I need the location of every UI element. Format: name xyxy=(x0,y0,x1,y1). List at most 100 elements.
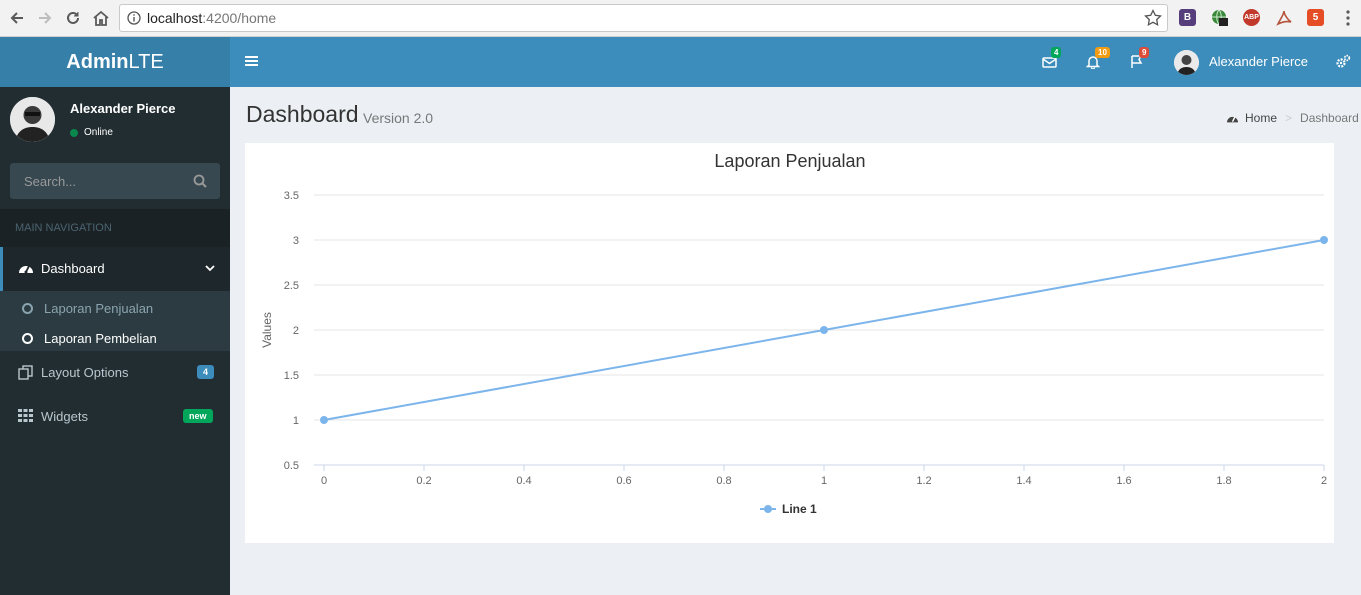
messages-badge: 4 xyxy=(1051,47,1062,58)
dashboard-icon xyxy=(1227,116,1238,122)
x-tick-label: 0.2 xyxy=(416,475,431,487)
dashboard-icon xyxy=(19,265,33,274)
x-tick-label: 1 xyxy=(821,475,827,487)
logo-light-text: LTE xyxy=(128,50,164,73)
x-tick-label: 2 xyxy=(1321,475,1327,487)
sidebar-item-label: Dashboard xyxy=(41,261,105,276)
online-dot-icon xyxy=(70,128,78,137)
line-chart: Laporan Penjualan 0.5 1 1.5 2 2.5 3 3.5 0 0.2 0.4 0… xyxy=(260,151,1328,516)
sidebar-user-name: Alexander Pierce xyxy=(70,101,176,116)
x-tick-label: 0.4 xyxy=(516,475,531,487)
url-path: :4200/home xyxy=(202,10,277,26)
y-tick-label: 3 xyxy=(293,235,299,247)
bookmark-star-icon[interactable] xyxy=(1144,9,1162,27)
notifications-badge: 10 xyxy=(1095,47,1110,58)
tasks-badge: 9 xyxy=(1139,47,1150,58)
page-title: Dashboard xyxy=(246,101,359,127)
main-navigation-header: MAIN NAVIGATION xyxy=(0,209,230,247)
reload-icon xyxy=(67,11,79,24)
layout-options-badge: 4 xyxy=(197,365,215,379)
submenu-item-laporan-pembelian[interactable]: Laporan Pembelian xyxy=(0,324,230,354)
y-tick-label: 3.5 xyxy=(284,190,299,202)
circle-icon xyxy=(22,333,33,344)
circle-icon xyxy=(22,303,33,314)
sidebar-item-dashboard[interactable]: Dashboard xyxy=(0,247,230,291)
x-tick-label: 1.6 xyxy=(1116,475,1131,487)
breadcrumb-current: Dashboard xyxy=(1300,111,1359,125)
legend-label: Line 1 xyxy=(782,502,817,516)
data-point xyxy=(820,326,828,334)
arrow-right-icon xyxy=(39,12,52,24)
sg-extension-icon[interactable] xyxy=(1211,9,1228,26)
submenu-item-label: Laporan Pembelian xyxy=(44,331,157,346)
home-icon xyxy=(93,10,109,26)
gears-icon[interactable] xyxy=(1335,54,1351,69)
chevron-down-icon xyxy=(205,265,215,272)
x-tick-label: 1.2 xyxy=(916,475,931,487)
url-text: localhost:4200/home xyxy=(147,10,276,26)
sidebar-item-widgets[interactable]: Widgets new xyxy=(0,395,230,439)
sidebar-item-label: Layout Options xyxy=(41,365,129,380)
logo-bold-text: Admin xyxy=(66,50,129,73)
chart-title: Laporan Penjualan xyxy=(714,151,865,171)
y-tick-label: 1 xyxy=(293,415,299,427)
files-icon xyxy=(18,365,33,380)
html5-extension-icon[interactable]: 5 xyxy=(1307,9,1324,26)
info-icon xyxy=(127,11,141,25)
forward-button[interactable] xyxy=(34,7,56,29)
user-status-text: Online xyxy=(84,127,113,138)
arrow-left-icon xyxy=(10,12,23,24)
sidebar-user-avatar xyxy=(10,97,55,142)
messages-menu[interactable]: 4 xyxy=(1042,47,1062,73)
user-photo-icon xyxy=(10,97,55,142)
y-tick-label: 2.5 xyxy=(284,280,299,292)
x-tick-label: 0.8 xyxy=(716,475,731,487)
sidebar-toggle-icon[interactable] xyxy=(245,55,258,67)
pdf-extension-icon[interactable] xyxy=(1275,9,1292,26)
notifications-menu[interactable]: 10 xyxy=(1085,47,1110,73)
breadcrumb-separator: > xyxy=(1285,111,1293,125)
sidebar-search xyxy=(10,163,220,199)
bootstrap-extension-icon[interactable]: B xyxy=(1179,9,1196,26)
y-tick-label: 1.5 xyxy=(284,370,299,382)
x-tick-label: 0.6 xyxy=(616,475,631,487)
page-subtitle: Version 2.0 xyxy=(363,110,434,126)
sidebar-item-label: Widgets xyxy=(41,409,88,424)
browser-toolbar: localhost:4200/home B ABP 5 xyxy=(0,0,1361,37)
data-point xyxy=(320,416,328,424)
y-tick-label: 0.5 xyxy=(284,460,299,472)
pdf-icon xyxy=(1276,10,1292,26)
user-avatar[interactable] xyxy=(1174,50,1199,75)
more-vert-icon[interactable] xyxy=(1345,9,1351,27)
tasks-menu[interactable]: 9 xyxy=(1130,47,1150,73)
submenu-item-laporan-penjualan[interactable]: Laporan Penjualan xyxy=(0,294,230,324)
legend-marker xyxy=(764,505,772,513)
search-icon[interactable] xyxy=(193,174,207,188)
x-tick-label: 1.8 xyxy=(1216,475,1231,487)
x-tick-label: 0 xyxy=(321,475,327,487)
home-button[interactable] xyxy=(90,7,112,29)
y-axis-label: Values xyxy=(260,312,274,348)
user-status: Online xyxy=(70,127,113,138)
sidebar-item-layout-options[interactable]: Layout Options 4 xyxy=(0,351,230,395)
user-menu-name[interactable]: Alexander Pierce xyxy=(1209,54,1308,69)
widgets-new-badge: new xyxy=(183,409,213,423)
address-bar[interactable]: localhost:4200/home xyxy=(119,4,1168,32)
y-tick-label: 2 xyxy=(293,325,299,337)
url-host: localhost xyxy=(147,10,203,26)
back-button[interactable] xyxy=(6,7,28,29)
user-photo-icon xyxy=(1174,50,1199,75)
x-tick-label: 1.4 xyxy=(1016,475,1031,487)
main-sidebar: Alexander Pierce Online MAIN NAVIGATION … xyxy=(0,87,230,595)
breadcrumb-home-link[interactable]: Home xyxy=(1245,111,1277,125)
th-icon xyxy=(18,409,33,422)
submenu-item-label: Laporan Penjualan xyxy=(44,301,154,316)
reload-button[interactable] xyxy=(62,7,84,29)
nav-header-text: MAIN NAVIGATION xyxy=(15,222,112,234)
search-input[interactable] xyxy=(10,163,185,199)
chart-box: Laporan Penjualan 0.5 1 1.5 2 2.5 3 3.5 0 0.2 0.4 0… xyxy=(245,143,1334,543)
globe-icon xyxy=(1212,9,1228,26)
top-navbar: 4 10 9 Alexander Pierce xyxy=(230,37,1361,87)
adblock-extension-icon[interactable]: ABP xyxy=(1243,9,1260,26)
app-logo[interactable]: Admin LTE xyxy=(0,37,230,87)
